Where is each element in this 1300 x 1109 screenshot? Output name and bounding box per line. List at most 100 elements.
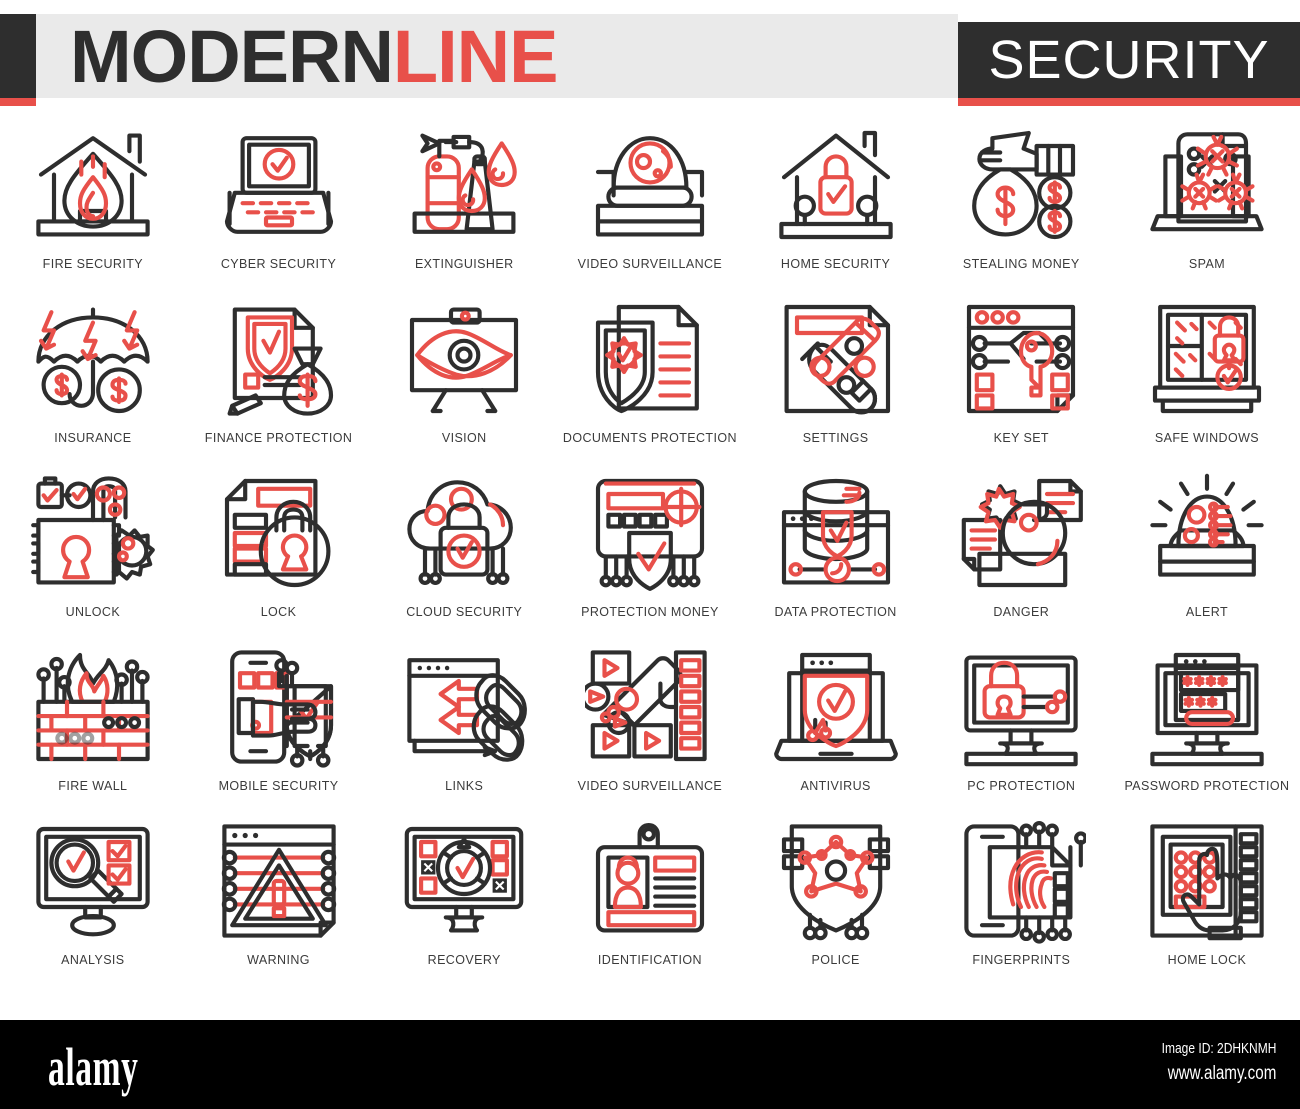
- page-header: MODERN LINE SECURITY: [0, 0, 1300, 108]
- icon-label: FIRE WALL: [58, 779, 128, 793]
- icon-label: KEY SET: [993, 431, 1049, 445]
- home-lock-keypad-icon: [1132, 811, 1282, 951]
- police-badge-icon: [761, 811, 911, 951]
- icon-label: RECOVERY: [427, 953, 501, 967]
- icon-label: EXTINGUISHER: [414, 257, 514, 271]
- icon-cell-fingerprints[interactable]: FINGERPRINTS: [928, 811, 1114, 985]
- icon-cell-cloud-security[interactable]: CLOUD SECURITY: [371, 463, 557, 637]
- icon-label: SAFE WINDOWS: [1154, 431, 1260, 445]
- stealing-money-icon: [946, 115, 1096, 255]
- icon-label: ANALYSIS: [61, 953, 125, 967]
- cctv-camera-icon: [575, 637, 725, 777]
- icon-cell-home-lock[interactable]: HOME LOCK: [1114, 811, 1300, 985]
- icon-label: SPAM: [1188, 257, 1226, 271]
- icon-label: INSURANCE: [54, 431, 132, 445]
- icon-label: LINKS: [445, 779, 484, 793]
- icon-label: DANGER: [993, 605, 1050, 619]
- icon-label: DATA PROTECTION: [774, 605, 897, 619]
- icon-cell-fire-wall[interactable]: FIRE WALL: [0, 637, 186, 811]
- icon-label: CLOUD SECURITY: [406, 605, 523, 619]
- unlock-icon: [18, 463, 168, 603]
- icon-label: PASSWORD PROTECTION: [1124, 779, 1290, 793]
- icon-label: ANTIVIRUS: [800, 779, 871, 793]
- icon-label: LOCK: [260, 605, 297, 619]
- icon-cell-unlock[interactable]: UNLOCK: [0, 463, 186, 637]
- footer-meta: Image ID: 2DHKNMH www.alamy.com: [1133, 1040, 1276, 1085]
- icon-label: HOME SECURITY: [780, 257, 891, 271]
- header-left-block: [0, 14, 36, 98]
- icon-label: FIRE SECURITY: [42, 257, 144, 271]
- icon-cell-alert[interactable]: ALERT: [1114, 463, 1300, 637]
- icon-cell-police[interactable]: POLICE: [743, 811, 929, 985]
- icon-label: IDENTIFICATION: [597, 953, 702, 967]
- icon-cell-pc-protection[interactable]: PC PROTECTION: [928, 637, 1114, 811]
- home-security-icon: [761, 115, 911, 255]
- fire-security-icon: [18, 115, 168, 255]
- header-right-red-bar: [958, 98, 1300, 106]
- icon-cell-protection-money[interactable]: PROTECTION MONEY: [557, 463, 743, 637]
- icon-cell-insurance[interactable]: INSURANCE: [0, 289, 186, 463]
- icon-cell-fire-security[interactable]: FIRE SECURITY: [0, 115, 186, 289]
- icon-label: UNLOCK: [65, 605, 121, 619]
- icon-cell-identification[interactable]: IDENTIFICATION: [557, 811, 743, 985]
- brand-word-modern: MODERN: [70, 15, 394, 98]
- icon-cell-warning[interactable]: WARNING: [186, 811, 372, 985]
- icon-cell-password-protection[interactable]: PASSWORD PROTECTION: [1114, 637, 1300, 811]
- icon-cell-spam[interactable]: SPAM: [1114, 115, 1300, 289]
- icon-cell-home-security[interactable]: HOME SECURITY: [743, 115, 929, 289]
- icon-cell-analysis[interactable]: ANALYSIS: [0, 811, 186, 985]
- icon-label: VIDEO SURVEILLANCE: [577, 257, 723, 271]
- analysis-icon: [18, 811, 168, 951]
- password-protection-icon: [1132, 637, 1282, 777]
- alamy-url-text: www.alamy.com: [1167, 1063, 1276, 1084]
- mobile-security-icon: [204, 637, 354, 777]
- icon-label: WARNING: [247, 953, 310, 967]
- icon-cell-vision[interactable]: VISION: [371, 289, 557, 463]
- icon-label: FINGERPRINTS: [972, 953, 1071, 967]
- warning-icon: [204, 811, 354, 951]
- icon-label: MOBILE SECURITY: [218, 779, 339, 793]
- icon-cell-key-set[interactable]: KEY SET: [928, 289, 1114, 463]
- icon-label: DOCUMENTS PROTECTION: [562, 431, 737, 445]
- icon-label: PC PROTECTION: [967, 779, 1076, 793]
- protection-money-icon: [575, 463, 725, 603]
- icon-label: STEALING MONEY: [962, 257, 1080, 271]
- icon-cell-extinguisher[interactable]: EXTINGUISHER: [371, 115, 557, 289]
- brand-word-line: LINE: [392, 15, 559, 98]
- extinguisher-icon: [389, 115, 539, 255]
- icon-label: VISION: [441, 431, 487, 445]
- icon-label: HOME LOCK: [1167, 953, 1247, 967]
- image-id-text: Image ID: 2DHKNMH: [1161, 1040, 1276, 1057]
- category-badge-label: SECURITY: [988, 30, 1270, 90]
- icon-cell-settings[interactable]: SETTINGS: [743, 289, 929, 463]
- brand-title: MODERN LINE: [70, 15, 559, 98]
- icon-cell-recovery[interactable]: RECOVERY: [371, 811, 557, 985]
- icon-cell-safe-windows[interactable]: SAFE WINDOWS: [1114, 289, 1300, 463]
- vision-icon: [389, 289, 539, 429]
- documents-protection-icon: [575, 289, 725, 429]
- icon-grid: FIRE SECURITY CYBER SECURITY EXTINGUISHE…: [0, 115, 1300, 985]
- icon-cell-lock[interactable]: LOCK: [186, 463, 372, 637]
- icon-cell-mobile-security[interactable]: MOBILE SECURITY: [186, 637, 372, 811]
- icon-cell-data-protection[interactable]: DATA PROTECTION: [743, 463, 929, 637]
- alamy-footer-bar: alamy Image ID: 2DHKNMH www.alamy.com: [0, 1020, 1300, 1109]
- icon-cell-stealing-money[interactable]: STEALING MONEY: [928, 115, 1114, 289]
- icon-cell-cyber-security[interactable]: CYBER SECURITY: [186, 115, 372, 289]
- settings-icon: [761, 289, 911, 429]
- fingerprints-icon: [946, 811, 1096, 951]
- icon-cell-danger[interactable]: DANGER: [928, 463, 1114, 637]
- icon-label: SETTINGS: [802, 431, 869, 445]
- icon-cell-finance-protection[interactable]: FINANCE PROTECTION: [186, 289, 372, 463]
- identification-badge-icon: [575, 811, 725, 951]
- icon-cell-antivirus[interactable]: ANTIVIRUS: [743, 637, 929, 811]
- cyber-security-icon: [204, 115, 354, 255]
- icon-cell-documents-protection[interactable]: DOCUMENTS PROTECTION: [557, 289, 743, 463]
- icon-cell-links[interactable]: LINKS: [371, 637, 557, 811]
- header-left-red-bar: [0, 98, 36, 106]
- insurance-icon: [18, 289, 168, 429]
- icon-label: VIDEO SURVEILLANCE: [577, 779, 723, 793]
- icon-cell-video-surveillance-1[interactable]: VIDEO SURVEILLANCE: [557, 115, 743, 289]
- icon-cell-video-surveillance-2[interactable]: VIDEO SURVEILLANCE: [557, 637, 743, 811]
- icon-label: PROTECTION MONEY: [581, 605, 719, 619]
- data-protection-icon: [761, 463, 911, 603]
